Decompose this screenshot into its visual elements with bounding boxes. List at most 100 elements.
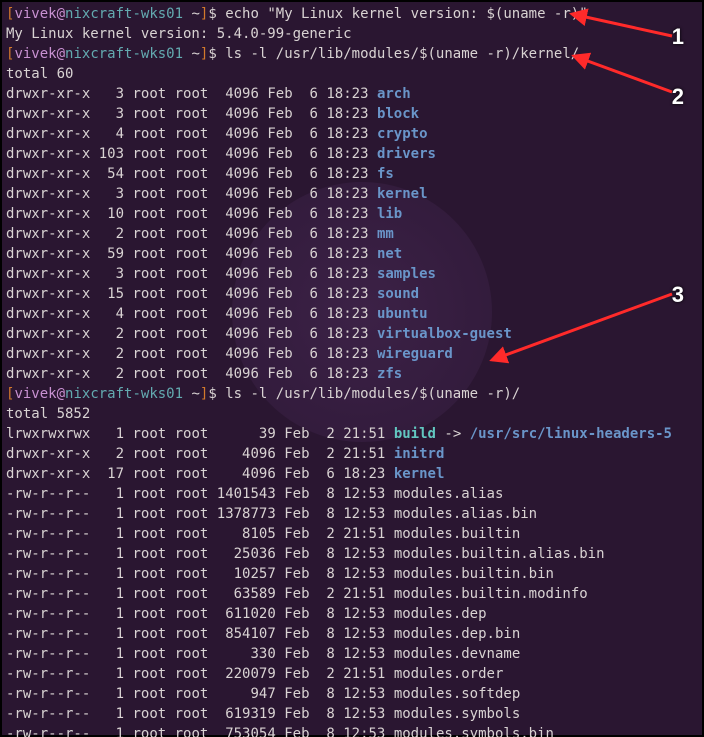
dir-name: initrd bbox=[394, 446, 445, 462]
terminal-output[interactable]: [vivek@nixcraft-wks01 ~]$ echo "My Linux… bbox=[2, 2, 702, 737]
nlink: 15 bbox=[99, 286, 124, 302]
nlink: 1 bbox=[99, 686, 124, 702]
owner: root root bbox=[132, 506, 208, 522]
perm: -rw-r--r-- bbox=[6, 646, 90, 662]
file-name: modules.builtin.modinfo bbox=[394, 586, 588, 602]
symlink-arrow: -> bbox=[436, 426, 470, 442]
file-name: modules.dep bbox=[394, 606, 487, 622]
total-line: total 60 bbox=[6, 64, 698, 84]
prompt-path: ~ bbox=[183, 46, 200, 62]
echo-output: My Linux kernel version: 5.4.0-99-generi… bbox=[6, 24, 698, 44]
ls-row: drwxr-xr-x 3 root root 4096 Feb 6 18:23 … bbox=[6, 104, 698, 124]
size: 330 bbox=[217, 646, 276, 662]
size: 4096 bbox=[217, 246, 259, 262]
nlink: 17 bbox=[99, 466, 124, 482]
prompt-at: @ bbox=[57, 46, 65, 62]
owner: root root bbox=[132, 206, 208, 222]
owner: root root bbox=[132, 666, 208, 682]
owner: root root bbox=[132, 726, 208, 737]
nlink: 103 bbox=[99, 146, 124, 162]
size: 947 bbox=[217, 686, 276, 702]
symlink-name: build bbox=[394, 426, 436, 442]
size: 4096 bbox=[217, 286, 259, 302]
date: Feb 6 18:23 bbox=[267, 166, 368, 182]
owner: root root bbox=[132, 286, 208, 302]
nlink: 4 bbox=[99, 126, 124, 142]
file-name: modules.order bbox=[394, 666, 504, 682]
nlink: 1 bbox=[99, 606, 124, 622]
size: 4096 bbox=[217, 346, 259, 362]
dir-name: mm bbox=[377, 226, 394, 242]
nlink: 4 bbox=[99, 306, 124, 322]
ls-row: drwxr-xr-x 2 root root 4096 Feb 6 18:23 … bbox=[6, 364, 698, 384]
ls-row: -rw-r--r-- 1 root root 10257 Feb 8 12:53… bbox=[6, 564, 698, 584]
ls-row: drwxr-xr-x 2 root root 4096 Feb 6 18:23 … bbox=[6, 224, 698, 244]
cmd-line-1: [vivek@nixcraft-wks01 ~]$ echo "My Linux… bbox=[6, 4, 698, 24]
size: 4096 bbox=[217, 166, 259, 182]
perm: -rw-r--r-- bbox=[6, 506, 90, 522]
nlink: 1 bbox=[99, 546, 124, 562]
date: Feb 8 12:53 bbox=[284, 506, 385, 522]
terminal-window: [vivek@nixcraft-wks01 ~]$ echo "My Linux… bbox=[0, 0, 704, 737]
ls-row: drwxr-xr-x 10 root root 4096 Feb 6 18:23… bbox=[6, 204, 698, 224]
owner: root root bbox=[132, 486, 208, 502]
owner: root root bbox=[132, 306, 208, 322]
owner: root root bbox=[132, 326, 208, 342]
date: Feb 6 18:23 bbox=[267, 306, 368, 322]
nlink: 1 bbox=[99, 566, 124, 582]
file-name: modules.devname bbox=[394, 646, 520, 662]
nlink: 3 bbox=[99, 106, 124, 122]
ls-row: -rw-r--r-- 1 root root 63589 Feb 2 21:51… bbox=[6, 584, 698, 604]
owner: root root bbox=[132, 226, 208, 242]
owner: root root bbox=[132, 626, 208, 642]
size: 220079 bbox=[217, 666, 276, 682]
size: 4096 bbox=[217, 446, 276, 462]
nlink: 1 bbox=[99, 586, 124, 602]
date: Feb 2 21:51 bbox=[284, 526, 385, 542]
nlink: 2 bbox=[99, 346, 124, 362]
ls-row: -rw-r--r-- 1 root root 330 Feb 8 12:53 m… bbox=[6, 644, 698, 664]
ls-row: -rw-r--r-- 1 root root 619319 Feb 8 12:5… bbox=[6, 704, 698, 724]
ls-row: drwxr-xr-x 2 root root 4096 Feb 6 18:23 … bbox=[6, 324, 698, 344]
prompt-user: vivek bbox=[14, 386, 56, 402]
date: Feb 6 18:23 bbox=[267, 226, 368, 242]
owner: root root bbox=[132, 106, 208, 122]
size: 8105 bbox=[217, 526, 276, 542]
perm: drwxr-xr-x bbox=[6, 286, 90, 302]
dir-name: samples bbox=[377, 266, 436, 282]
size: 4096 bbox=[217, 106, 259, 122]
date: Feb 6 18:23 bbox=[267, 286, 368, 302]
owner: root root bbox=[132, 266, 208, 282]
nlink: 1 bbox=[99, 666, 124, 682]
perm: -rw-r--r-- bbox=[6, 706, 90, 722]
nlink: 2 bbox=[99, 446, 124, 462]
prompt-path: ~ bbox=[183, 386, 200, 402]
perm: drwxr-xr-x bbox=[6, 106, 90, 122]
dir-name: fs bbox=[377, 166, 394, 182]
ls-row: drwxr-xr-x 17 root root 4096 Feb 6 18:23… bbox=[6, 464, 698, 484]
dir-name: drivers bbox=[377, 146, 436, 162]
command-text: echo "My Linux kernel version: $(uname -… bbox=[225, 6, 587, 22]
perm: drwxr-xr-x bbox=[6, 306, 90, 322]
date: Feb 8 12:53 bbox=[284, 606, 385, 622]
date: Feb 8 12:53 bbox=[284, 486, 385, 502]
perm: drwxr-xr-x bbox=[6, 226, 90, 242]
perm: drwxr-xr-x bbox=[6, 246, 90, 262]
date: Feb 2 21:51 bbox=[284, 426, 385, 442]
nlink: 1 bbox=[99, 506, 124, 522]
total-line: total 5852 bbox=[6, 404, 698, 424]
perm: -rw-r--r-- bbox=[6, 486, 90, 502]
owner: root root bbox=[132, 646, 208, 662]
nlink: 3 bbox=[99, 86, 124, 102]
ls-row: -rw-r--r-- 1 root root 854107 Feb 8 12:5… bbox=[6, 624, 698, 644]
perm: drwxr-xr-x bbox=[6, 166, 90, 182]
owner: root root bbox=[132, 146, 208, 162]
date: Feb 2 21:51 bbox=[284, 666, 385, 682]
perm: drwxr-xr-x bbox=[6, 266, 90, 282]
owner: root root bbox=[132, 346, 208, 362]
ls-row: drwxr-xr-x 3 root root 4096 Feb 6 18:23 … bbox=[6, 184, 698, 204]
perm: -rw-r--r-- bbox=[6, 526, 90, 542]
owner: root root bbox=[132, 606, 208, 622]
ls-row: -rw-r--r-- 1 root root 1401543 Feb 8 12:… bbox=[6, 484, 698, 504]
file-name: modules.alias.bin bbox=[394, 506, 537, 522]
